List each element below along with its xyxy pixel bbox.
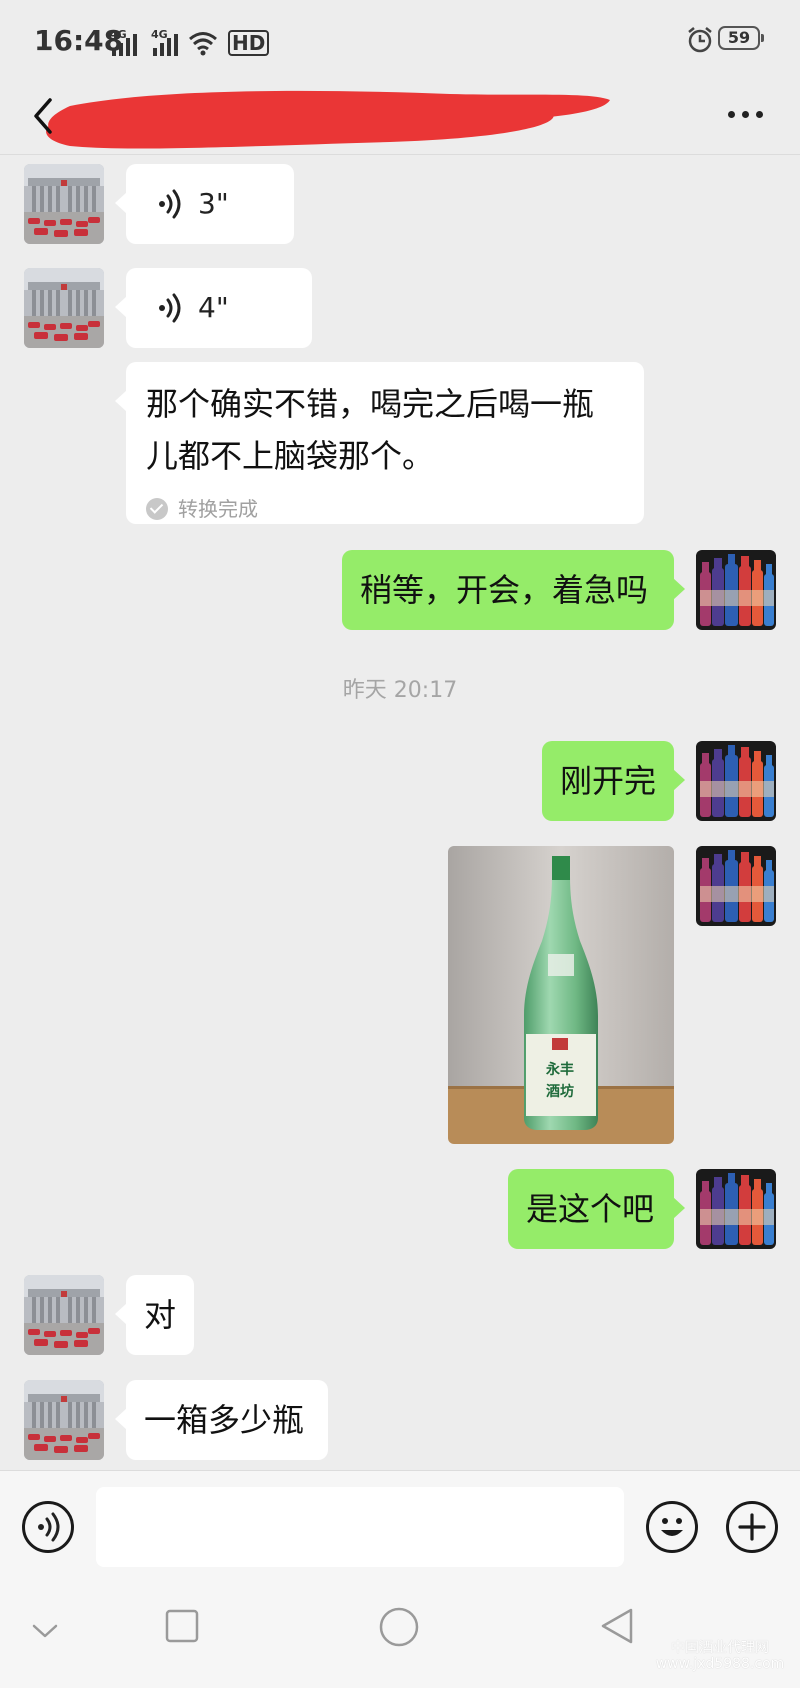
voice-duration: 3" (198, 187, 229, 220)
status-bar: 16:48 4G 4G HD 59 (0, 0, 800, 80)
back-triangle-icon[interactable] (598, 1606, 636, 1646)
message-text: 刚开完 (560, 762, 657, 800)
status-icons: 4G 4G HD (110, 26, 270, 56)
voice-input-icon (36, 1512, 60, 1542)
signal-1-icon: 4G (110, 28, 137, 56)
recent-apps-icon[interactable] (164, 1608, 200, 1644)
collapse-chevron-icon[interactable] (28, 1618, 62, 1642)
network-type-2: 4G (151, 28, 168, 41)
outgoing-text-bubble[interactable]: 刚开完 (542, 741, 685, 821)
voice-message-bubble[interactable]: 3" (115, 164, 294, 244)
transcript-line-1: 那个确实不错，喝完之后喝一瓶 (146, 385, 595, 423)
watermark-line-2: www.jxd5988.com (655, 1656, 785, 1672)
message-text: 稍等，开会，着急吗 (360, 571, 649, 609)
voice-transcript-bubble[interactable]: 那个确实不错，喝完之后喝一瓶 儿都不上脑袋那个。 转换完成 (115, 362, 644, 524)
transcript-text: 那个确实不错，喝完之后喝一瓶 儿都不上脑袋那个。 (146, 378, 624, 482)
check-circle-icon (146, 498, 168, 520)
more-options-button[interactable] (720, 94, 770, 134)
my-avatar[interactable] (696, 1169, 776, 1249)
voice-wave-icon (157, 293, 181, 323)
watermark-line-1: 中国酒业代理网 (671, 1640, 769, 1656)
incoming-text-bubble[interactable]: 一箱多少瓶 (115, 1380, 328, 1460)
home-icon[interactable] (378, 1606, 420, 1648)
transcript-status: 转换完成 (146, 488, 624, 530)
message-text-input[interactable] (96, 1487, 624, 1567)
chat-header (0, 80, 800, 154)
svg-text:永丰: 永丰 (545, 1061, 574, 1078)
plus-icon (738, 1513, 766, 1541)
transcript-line-2: 儿都不上脑袋那个。 (146, 437, 435, 475)
incoming-text-bubble[interactable]: 对 (115, 1275, 194, 1355)
voice-input-button[interactable] (22, 1501, 74, 1553)
outgoing-text-bubble[interactable]: 稍等，开会，着急吗 (342, 550, 685, 630)
watermark: 中国酒业代理网 www.jxd5988.com (640, 1640, 800, 1672)
my-avatar[interactable] (696, 846, 776, 926)
battery-icon: 59 (718, 26, 764, 50)
outgoing-text-bubble[interactable]: 是这个吧 (508, 1169, 685, 1249)
my-avatar[interactable] (696, 741, 776, 821)
message-text: 对 (144, 1296, 177, 1334)
system-nav-bar (0, 1590, 800, 1688)
back-button[interactable] (22, 86, 72, 146)
emoji-icon (661, 1518, 683, 1536)
image-message[interactable]: 永丰 酒坊 (448, 846, 674, 1144)
signal-2-icon: 4G (151, 28, 178, 56)
alarm-icon (688, 27, 712, 53)
hd-icon: HD (228, 30, 270, 56)
liquor-bottle-photo: 永丰 酒坊 (448, 846, 674, 1144)
transcript-status-text: 转换完成 (178, 497, 258, 521)
more-dot (755, 110, 763, 118)
battery-level: 59 (727, 28, 751, 47)
voice-message-bubble[interactable]: 4" (115, 268, 312, 348)
voice-duration: 4" (198, 291, 229, 324)
contact-avatar[interactable] (24, 1275, 104, 1355)
svg-text:酒坊: 酒坊 (546, 1083, 574, 1100)
emoji-button[interactable] (646, 1501, 698, 1553)
message-text: 一箱多少瓶 (144, 1401, 305, 1439)
redaction-mark (46, 90, 610, 149)
wifi-icon (189, 32, 217, 56)
message-input-bar (0, 1470, 800, 1591)
contact-avatar[interactable] (24, 268, 104, 348)
more-dot (727, 110, 735, 118)
network-type-1: 4G (110, 28, 127, 41)
voice-wave-icon (157, 189, 181, 219)
more-dot (741, 110, 749, 118)
contact-avatar[interactable] (24, 164, 104, 244)
message-text: 是这个吧 (526, 1190, 655, 1228)
my-avatar[interactable] (696, 550, 776, 630)
header-divider (0, 154, 800, 155)
more-functions-button[interactable] (726, 1501, 778, 1553)
contact-avatar[interactable] (24, 1380, 104, 1460)
chat-timestamp: 昨天 20:17 (342, 678, 458, 703)
